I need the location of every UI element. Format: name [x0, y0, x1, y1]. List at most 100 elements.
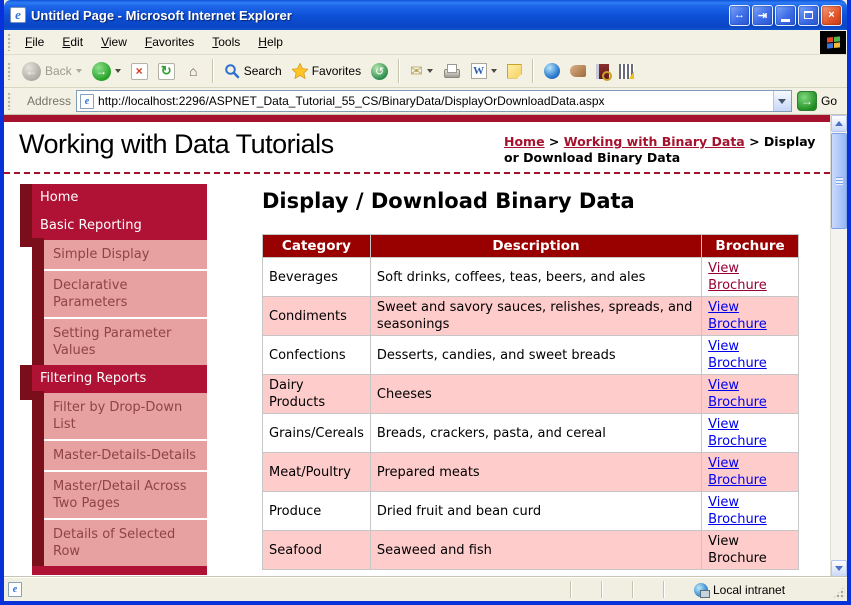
addon-button[interactable]: [566, 63, 590, 79]
refresh-icon: ↻: [157, 62, 175, 80]
menu-view[interactable]: View: [92, 31, 136, 53]
table-row: Condiments Sweet and savory sauces, reli…: [262, 296, 799, 336]
view-brochure-link[interactable]: View Brochure: [708, 456, 767, 488]
encoding-button[interactable]: [615, 62, 638, 81]
sidebar-item-filtering-reports[interactable]: Filtering Reports: [20, 365, 207, 400]
table-row: Produce Dried fruit and bean curd View B…: [262, 491, 799, 531]
view-brochure-text: View Brochure: [708, 534, 767, 566]
sidebar-item-master-details-details[interactable]: Master-Details-Details: [32, 439, 207, 470]
search-button[interactable]: Search: [220, 61, 286, 81]
address-dropdown-button[interactable]: [772, 91, 791, 111]
refresh-button[interactable]: ↻: [154, 61, 179, 82]
category-cell: Condiments: [262, 296, 371, 336]
sidebar-item-declarative-parameters[interactable]: Declarative Parameters: [32, 269, 207, 317]
category-cell: Dairy Products: [262, 374, 371, 414]
messenger-button[interactable]: [540, 61, 564, 81]
forward-dropdown-icon: [114, 69, 121, 73]
go-label: Go: [820, 94, 837, 108]
minimize-icon: [781, 18, 790, 22]
stop-button[interactable]: ×: [127, 61, 152, 82]
maximize-button[interactable]: [798, 4, 819, 26]
edit-with-word-button[interactable]: [467, 61, 501, 81]
category-cell: Beverages: [262, 257, 371, 297]
sidebar-item-details-of-selected-row[interactable]: Details of Selected Row: [32, 518, 207, 566]
view-brochure-link[interactable]: View Brochure: [708, 378, 767, 410]
sidebar-item-simple-display[interactable]: Simple Display: [32, 238, 207, 269]
home-button[interactable]: ⌂: [181, 61, 206, 82]
scroll-down-button[interactable]: [831, 560, 847, 577]
description-cell: Prepared meats: [369, 452, 703, 492]
table-row: Confections Desserts, candies, and sweet…: [262, 335, 799, 375]
view-brochure-link[interactable]: View Brochure: [708, 261, 767, 293]
menu-tools[interactable]: Tools: [203, 31, 249, 53]
back-icon: ←: [22, 61, 41, 81]
menu-gripper[interactable]: [7, 33, 12, 51]
research-button[interactable]: [592, 62, 613, 81]
close-button[interactable]: ×: [821, 4, 842, 26]
window-title: Untitled Page - Microsoft Internet Explo…: [31, 7, 292, 23]
menu-favorites[interactable]: Favorites: [136, 31, 203, 53]
column-header-brochure: Brochure: [701, 234, 799, 258]
discuss-button[interactable]: [503, 62, 526, 81]
sidebar-item-setting-parameter-values[interactable]: Setting Parameter Values: [32, 317, 207, 365]
detach-button[interactable]: ⇥: [752, 4, 773, 26]
search-label: Search: [243, 64, 282, 78]
page-icon: [80, 93, 95, 109]
toolbar-gripper[interactable]: [7, 62, 12, 80]
windows-logo-icon: [820, 30, 846, 54]
table-row: Grains/Cereals Breads, crackers, pasta, …: [262, 413, 799, 453]
word-icon: [470, 63, 487, 79]
breadcrumb-home-link[interactable]: Home: [504, 134, 545, 149]
address-gripper[interactable]: [7, 92, 12, 110]
back-button[interactable]: ← Back: [18, 60, 86, 83]
ie-logo-icon: [10, 7, 26, 23]
minimize-button[interactable]: [775, 4, 796, 26]
breadcrumb-section-link[interactable]: Working with Binary Data: [564, 134, 745, 149]
view-brochure-link[interactable]: View Brochure: [708, 339, 767, 371]
mail-button[interactable]: ✉: [406, 60, 437, 82]
table-row: Meat/Poultry Prepared meats View Brochur…: [262, 452, 799, 492]
sidebar-item-basic-reporting[interactable]: Basic Reporting: [20, 212, 207, 247]
favorites-button[interactable]: Favorites: [288, 61, 365, 81]
view-brochure-link[interactable]: View Brochure: [708, 495, 767, 527]
sidebar-item-master-detail-across-two-pages[interactable]: Master/Detail Across Two Pages: [32, 470, 207, 518]
go-button[interactable]: → Go: [796, 91, 843, 111]
compare-button[interactable]: ↔: [729, 4, 750, 26]
scrollbar-track[interactable]: [831, 132, 847, 560]
site-title: Working with Data Tutorials: [19, 129, 334, 159]
scrollbar-thumb[interactable]: [831, 133, 847, 229]
stop-icon: ×: [130, 62, 148, 80]
categories-table: Category Description Brochure Beverages …: [262, 234, 799, 570]
word-dropdown-icon: [490, 69, 497, 73]
scroll-up-button[interactable]: [831, 115, 847, 132]
sidebar-item-filter-by-drop-down-list[interactable]: Filter by Drop-Down List: [32, 391, 207, 439]
sidebar-item-home[interactable]: Home: [20, 184, 207, 219]
category-cell: Produce: [262, 491, 371, 531]
category-cell: Meat/Poultry: [262, 452, 371, 492]
view-brochure-link[interactable]: View Brochure: [708, 300, 767, 332]
view-brochure-link[interactable]: View Brochure: [708, 417, 767, 449]
brochure-cell: View Brochure: [701, 296, 799, 336]
print-button[interactable]: [439, 62, 465, 81]
column-header-description: Description: [369, 234, 703, 258]
history-button[interactable]: ↺: [367, 61, 392, 82]
brochure-cell: View Brochure: [701, 374, 799, 414]
intranet-globe-icon: [694, 582, 710, 598]
category-cell: Seafood: [262, 530, 371, 570]
menu-edit[interactable]: Edit: [53, 31, 92, 53]
address-input[interactable]: http://localhost:2296/ASPNET_Data_Tutori…: [76, 90, 792, 112]
brochure-cell: View Brochure: [701, 491, 799, 531]
vertical-scrollbar[interactable]: [830, 115, 847, 577]
sidebar-item-clipped[interactable]: [32, 566, 207, 575]
brochure-cell: View Brochure: [701, 413, 799, 453]
zone-label: Local intranet: [713, 582, 786, 597]
title-bar[interactable]: Untitled Page - Microsoft Internet Explo…: [4, 0, 847, 30]
forward-button[interactable]: →: [88, 60, 125, 83]
menu-file[interactable]: File: [16, 31, 53, 53]
address-url[interactable]: http://localhost:2296/ASPNET_Data_Tutori…: [94, 94, 773, 108]
resize-grip-icon[interactable]: [832, 586, 845, 599]
messenger-icon: [543, 63, 560, 79]
status-separator: [601, 581, 603, 598]
toolbar: ← Back → × ↻ ⌂ Search Favorites ↺ ✉: [4, 55, 847, 88]
menu-help[interactable]: Help: [249, 31, 292, 53]
